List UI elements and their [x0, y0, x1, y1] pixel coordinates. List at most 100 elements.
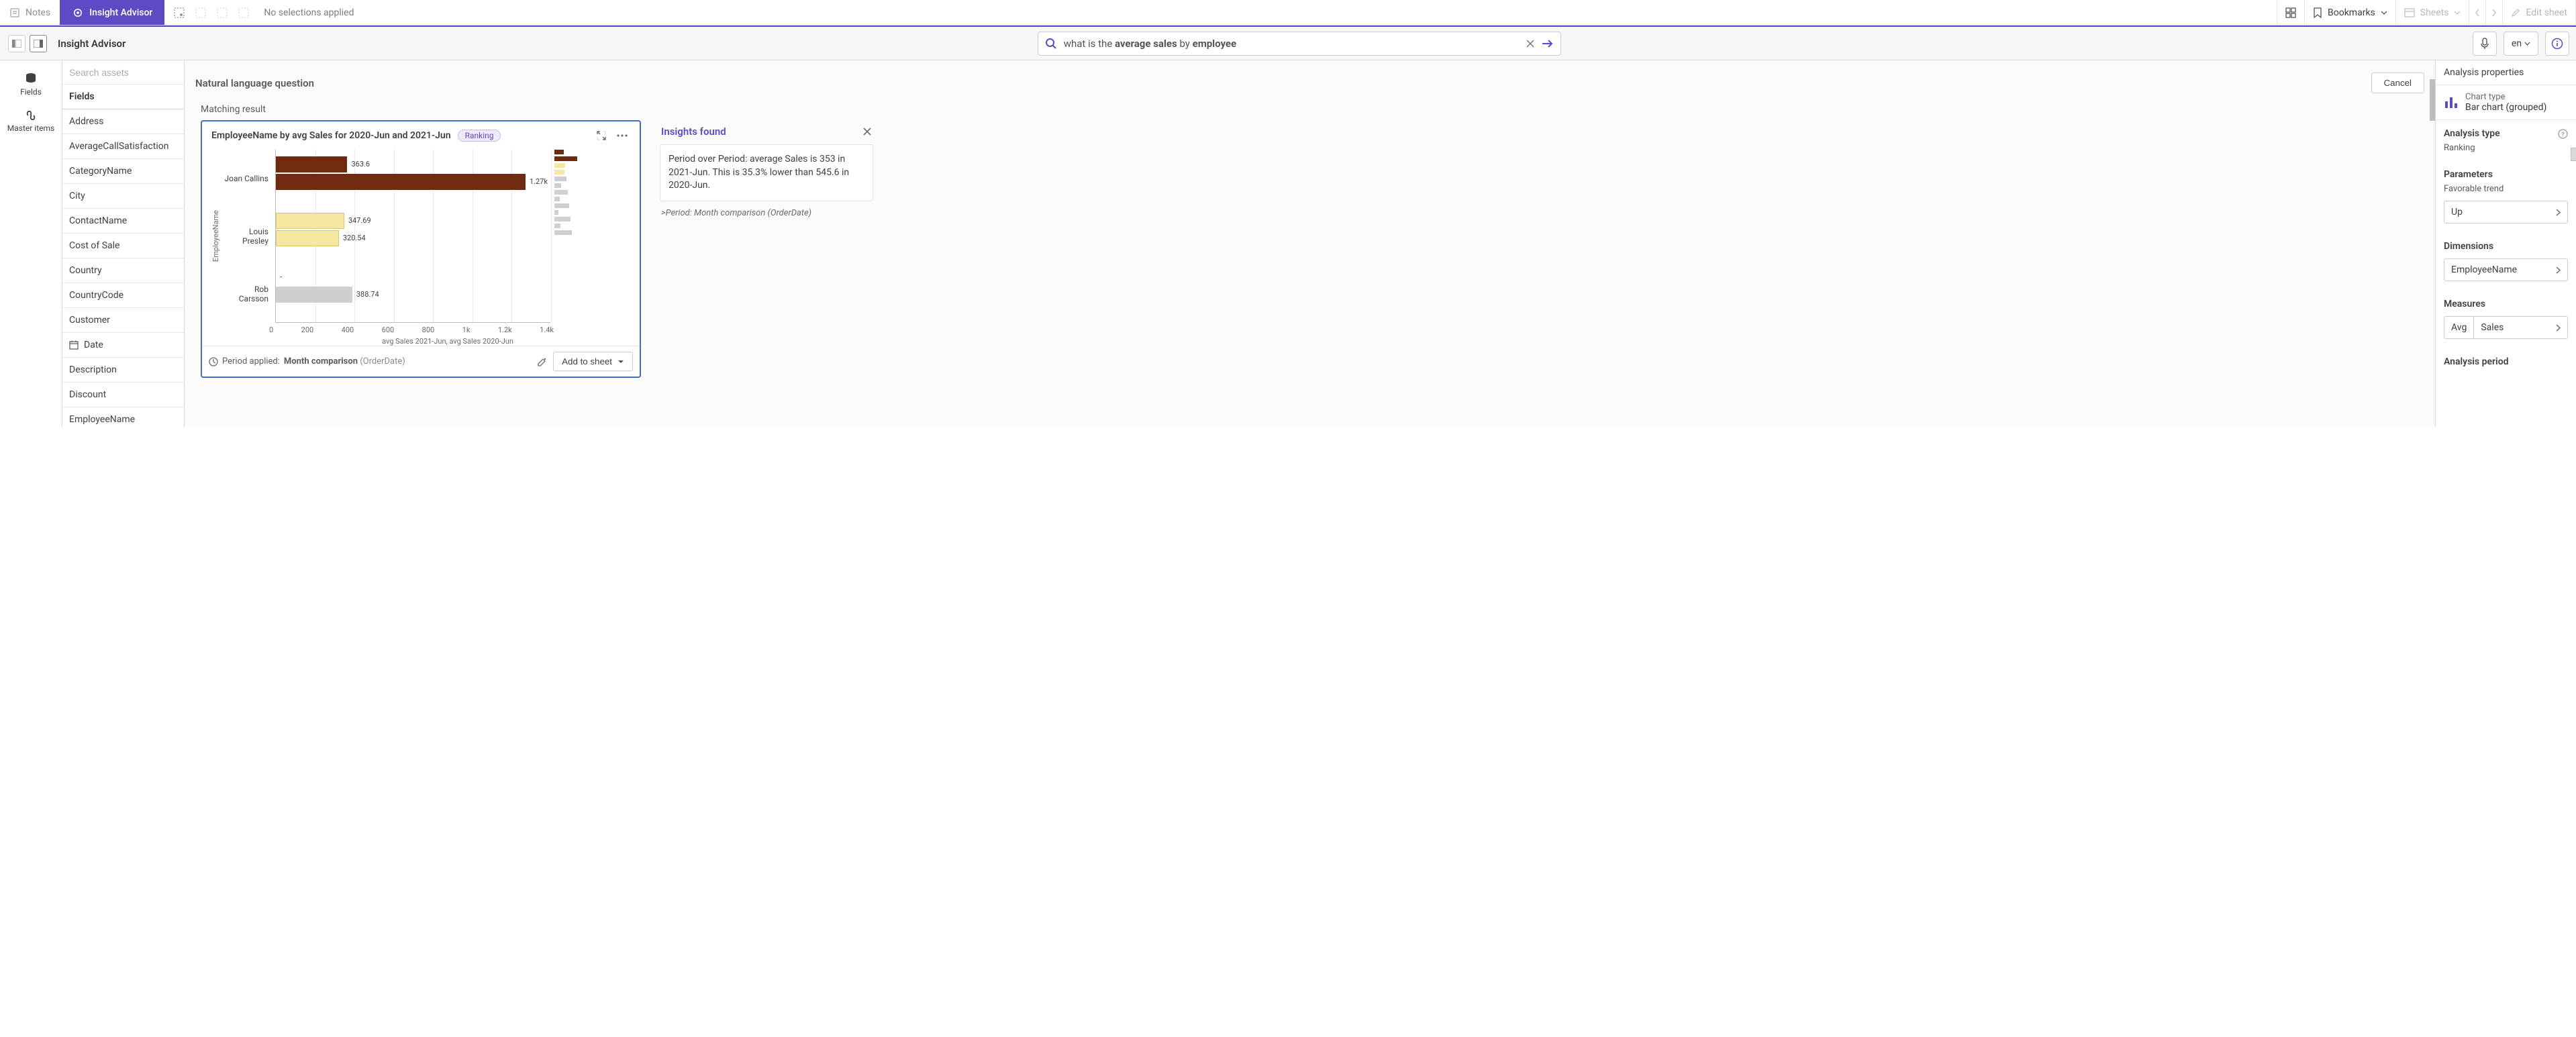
- chart-xtick: 1.4k: [540, 326, 554, 334]
- search-assets-input[interactable]: [62, 60, 184, 85]
- field-item[interactable]: Address: [62, 109, 184, 134]
- analysis-period-header: Analysis period: [2436, 347, 2576, 371]
- no-selections-label: No selections applied: [258, 7, 359, 18]
- clear-icon[interactable]: [1526, 39, 1535, 48]
- favorable-trend-select[interactable]: Up: [2444, 201, 2568, 224]
- help-icon[interactable]: ?: [2558, 129, 2568, 139]
- chart: EmployeeName Joan CallinsLouis PresleyRo…: [202, 150, 640, 326]
- field-item[interactable]: Description: [62, 358, 184, 383]
- chart-bar[interactable]: [276, 213, 344, 229]
- add-to-sheet-button[interactable]: Add to sheet: [553, 352, 633, 371]
- more-icon[interactable]: [617, 134, 630, 137]
- insights-panel: Insights found Period over Period: avera…: [660, 120, 873, 225]
- next-sheet-button[interactable]: [2486, 0, 2503, 25]
- insight-advisor-button[interactable]: Insight Advisor: [60, 0, 164, 25]
- chart-category-label: Joan Callins: [224, 152, 268, 205]
- clear-selections-icon[interactable]: [233, 2, 254, 23]
- minimap-bar: [554, 230, 572, 235]
- edit-sheet-button[interactable]: Edit sheet: [2503, 0, 2576, 25]
- clock-icon: [209, 357, 218, 366]
- edit-chart-icon[interactable]: [537, 356, 548, 367]
- chart-bar[interactable]: [276, 156, 347, 172]
- notes-button[interactable]: Notes: [0, 0, 60, 25]
- field-item[interactable]: Customer: [62, 308, 184, 333]
- measures-header: Measures: [2436, 289, 2576, 313]
- measure-select[interactable]: Avg Sales: [2444, 316, 2568, 339]
- dimension-select[interactable]: EmployeeName: [2444, 258, 2568, 281]
- bookmarks-button[interactable]: Bookmarks: [2305, 0, 2396, 25]
- chart-minimap[interactable]: [554, 150, 579, 323]
- card-footer: Period applied: Month comparison (OrderD…: [202, 346, 640, 377]
- field-item[interactable]: City: [62, 184, 184, 209]
- step-forward-icon[interactable]: [211, 2, 233, 23]
- link-icon: [24, 110, 38, 121]
- field-item[interactable]: EmployeeName: [62, 407, 184, 427]
- chart-bar[interactable]: [276, 174, 526, 190]
- field-item[interactable]: Date: [62, 333, 184, 358]
- field-item[interactable]: Discount: [62, 383, 184, 407]
- grid-icon: [2285, 7, 2296, 18]
- expand-icon[interactable]: [597, 131, 610, 140]
- favorable-trend-label: Favorable trend: [2436, 184, 2576, 198]
- field-item[interactable]: AverageCallSatisfaction: [62, 134, 184, 159]
- sheets-icon: [2404, 8, 2415, 17]
- period-applied-value: Month comparison: [284, 356, 358, 366]
- grid-view-button[interactable]: [30, 35, 47, 52]
- chevron-down-icon: [2524, 42, 2530, 46]
- rail-master-items-label: Master items: [7, 124, 54, 133]
- submit-icon[interactable]: [1542, 39, 1554, 48]
- chart-xtick: 200: [301, 326, 314, 334]
- field-item[interactable]: CategoryName: [62, 159, 184, 184]
- scroll-thumb[interactable]: [2430, 79, 2435, 121]
- cancel-button[interactable]: Cancel: [2371, 72, 2425, 93]
- chevron-down-icon: [2454, 11, 2461, 15]
- close-insights-icon[interactable]: [862, 127, 872, 136]
- period-applied: Period applied: Month comparison (OrderD…: [209, 356, 405, 366]
- analysis-properties-header: Analysis properties: [2436, 60, 2576, 85]
- chart-bar[interactable]: [276, 230, 339, 246]
- field-item[interactable]: Cost of Sale: [62, 234, 184, 258]
- measure-agg[interactable]: Avg: [2444, 317, 2474, 338]
- field-item[interactable]: ContactName: [62, 209, 184, 234]
- fields-list[interactable]: AddressAverageCallSatisfactionCategoryNa…: [62, 109, 184, 427]
- card-title: EmployeeName by avg Sales for 2020-Jun a…: [211, 130, 451, 141]
- chevron-right-icon: [2556, 266, 2561, 274]
- chart-bar[interactable]: [276, 287, 352, 303]
- panel-collapse-handle[interactable]: [2571, 148, 2576, 161]
- matching-result-label: Matching result: [185, 100, 2435, 120]
- minimap-bar: [554, 183, 561, 188]
- rail-fields-label: Fields: [20, 87, 42, 97]
- chart-xtick: 1.2k: [498, 326, 512, 334]
- prev-sheet-button[interactable]: [2469, 0, 2486, 25]
- chart-type-row: Chart type Bar chart (grouped): [2436, 85, 2576, 120]
- minimap-bar: [554, 197, 560, 201]
- sheets-button[interactable]: Sheets: [2396, 0, 2470, 25]
- nl-search-input[interactable]: what is the average sales by employee: [1064, 38, 1519, 50]
- edit-sheet-label: Edit sheet: [2526, 7, 2567, 18]
- measure-field-wrap[interactable]: Sales: [2474, 317, 2567, 338]
- chart-plot[interactable]: 363.61.27k347.69320.54-388.74: [275, 150, 550, 323]
- chevron-right-icon: [2491, 9, 2497, 17]
- nl-search-box[interactable]: what is the average sales by employee: [1038, 32, 1561, 56]
- period-applied-paren: (OrderDate): [360, 356, 405, 366]
- bookmark-icon: [2313, 7, 2322, 18]
- voice-button[interactable]: [2473, 32, 2497, 56]
- rail-fields[interactable]: Fields: [0, 66, 62, 103]
- search-icon: [1045, 38, 1057, 50]
- main-content: Natural language question Cancel Matchin…: [185, 60, 2435, 427]
- language-value: en: [2512, 38, 2522, 49]
- toggle-layout-button[interactable]: [2277, 0, 2305, 25]
- info-button[interactable]: [2545, 32, 2569, 56]
- field-item[interactable]: CountryCode: [62, 283, 184, 308]
- analysis-type-value: Ranking: [2436, 143, 2576, 157]
- step-back-icon[interactable]: [190, 2, 211, 23]
- list-view-button[interactable]: [8, 35, 26, 52]
- rail-master-items[interactable]: Master items: [0, 103, 62, 140]
- language-select[interactable]: en: [2504, 32, 2538, 56]
- minimap-bar: [554, 217, 571, 221]
- field-item[interactable]: Country: [62, 258, 184, 283]
- smart-selection-icon[interactable]: [168, 2, 190, 23]
- minimap-bar: [554, 210, 558, 215]
- main-layout: Fields Master items Fields AddressAverag…: [0, 60, 2576, 427]
- dimensions-header: Dimensions: [2436, 232, 2576, 256]
